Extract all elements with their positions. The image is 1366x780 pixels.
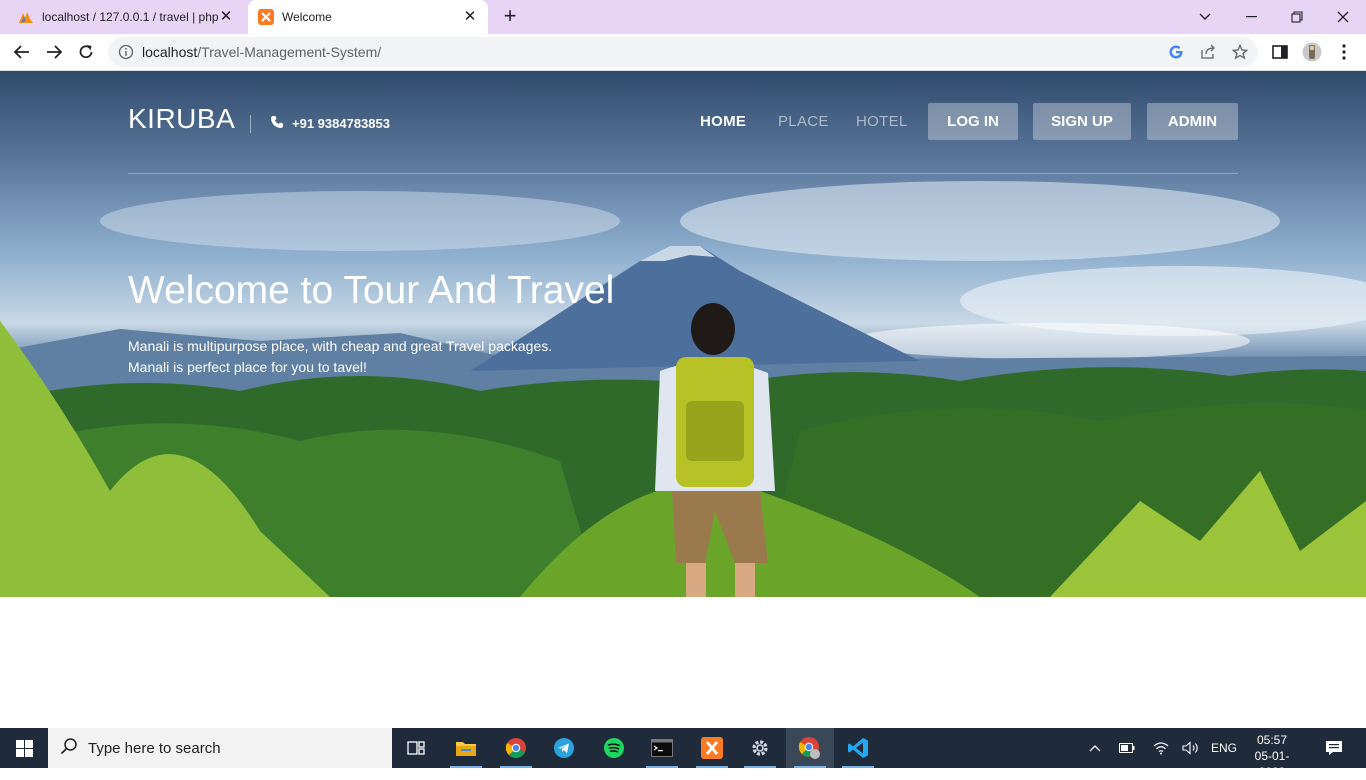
contact-phone: +91 9384783853 <box>270 115 390 132</box>
tab-close-icon[interactable]: ✕ <box>462 9 478 25</box>
minimize-icon[interactable] <box>1228 0 1274 34</box>
reload-icon[interactable] <box>74 40 98 64</box>
url-path: /Travel-Management-System/ <box>197 44 382 60</box>
forward-arrow-icon[interactable] <box>42 40 66 64</box>
xampp-taskbar-icon[interactable] <box>688 728 736 768</box>
close-window-icon[interactable] <box>1320 0 1366 34</box>
tab-phpmyadmin[interactable]: localhost / 127.0.0.1 / travel | phpMyAd… <box>8 0 244 34</box>
phone-number: +91 9384783853 <box>292 116 390 131</box>
spotify-icon[interactable] <box>590 728 638 768</box>
hero-subtext-line-2: Manali is perfect place for you to tavel… <box>128 359 367 375</box>
vscode-icon[interactable] <box>834 728 882 768</box>
windows-taskbar: Type here to search ENG 05:57 05-01-2023 <box>0 728 1366 779</box>
brand-divider <box>250 115 251 133</box>
share-icon[interactable] <box>1200 44 1216 60</box>
telegram-icon[interactable] <box>540 728 588 768</box>
site-brand-logo[interactable]: KIRUBA <box>128 103 235 135</box>
clock-time: 05:57 <box>1256 733 1288 747</box>
nav-place-link[interactable]: PLACE <box>778 113 829 130</box>
terminal-icon[interactable] <box>638 728 686 768</box>
language-indicator[interactable]: ENG <box>1208 728 1240 768</box>
browser-menu-icon[interactable] <box>1334 42 1354 62</box>
search-icon <box>60 737 78 760</box>
tray-overflow-chevron-icon[interactable] <box>1084 728 1106 768</box>
nav-home-link[interactable]: HOME <box>700 113 746 130</box>
tab-title: localhost / 127.0.0.1 / travel | phpMyAd… <box>42 10 218 24</box>
address-bar[interactable]: localhost/Travel-Management-System/ <box>108 37 1258 67</box>
url-host: localhost <box>142 44 198 60</box>
chrome-icon[interactable] <box>492 728 540 768</box>
xampp-icon <box>258 9 274 25</box>
side-panel-icon[interactable] <box>1270 42 1290 62</box>
back-arrow-icon[interactable] <box>10 40 34 64</box>
restore-icon[interactable] <box>1274 0 1320 34</box>
volume-icon[interactable] <box>1180 728 1202 768</box>
browser-toolbar: localhost/Travel-Management-System/ <box>0 34 1366 71</box>
url-text: localhost/Travel-Management-System/ <box>142 44 381 60</box>
google-translate-icon[interactable] <box>1168 44 1184 60</box>
phone-icon <box>270 115 284 132</box>
phpmyadmin-icon <box>18 9 34 25</box>
task-view-icon[interactable] <box>392 728 440 768</box>
hero-headline: Welcome to Tour And Travel <box>128 269 615 312</box>
profile-avatar[interactable] <box>1302 42 1322 62</box>
taskbar-search-box[interactable]: Type here to search <box>48 728 392 768</box>
browser-tab-strip: localhost / 127.0.0.1 / travel | phpMyAd… <box>0 0 1366 34</box>
site-info-icon[interactable] <box>118 44 134 60</box>
hero-landscape-image <box>0 181 1366 597</box>
clock-date: 05-01-2023 <box>1254 749 1290 779</box>
new-tab-button[interactable]: + <box>498 5 522 29</box>
wifi-icon[interactable] <box>1150 728 1172 768</box>
settings-gear-icon[interactable] <box>736 728 784 768</box>
file-explorer-icon[interactable] <box>442 728 490 768</box>
tab-title: Welcome <box>282 10 332 24</box>
tab-close-icon[interactable]: ✕ <box>218 9 234 25</box>
tab-search-chevron-icon[interactable] <box>1182 0 1228 34</box>
hero-banner: KIRUBA +91 9384783853 HOME PLACE HOTEL L… <box>0 71 1366 597</box>
notifications-icon[interactable] <box>1318 728 1350 768</box>
search-placeholder: Type here to search <box>88 739 221 757</box>
login-button[interactable]: LOG IN <box>928 103 1018 140</box>
battery-icon[interactable] <box>1116 728 1138 768</box>
tab-welcome[interactable]: Welcome ✕ <box>248 0 488 34</box>
hero-subtext-line-1: Manali is multipurpose place, with cheap… <box>128 338 553 354</box>
chrome-profile-icon[interactable] <box>786 728 834 768</box>
admin-button[interactable]: ADMIN <box>1147 103 1238 140</box>
windows-start-icon[interactable] <box>0 728 48 768</box>
system-clock[interactable]: 05:57 05-01-2023 <box>1242 732 1302 780</box>
signup-button[interactable]: SIGN UP <box>1033 103 1131 140</box>
nav-hotel-link[interactable]: HOTEL <box>856 113 908 130</box>
bookmark-star-icon[interactable] <box>1232 44 1248 60</box>
header-divider <box>128 173 1238 174</box>
